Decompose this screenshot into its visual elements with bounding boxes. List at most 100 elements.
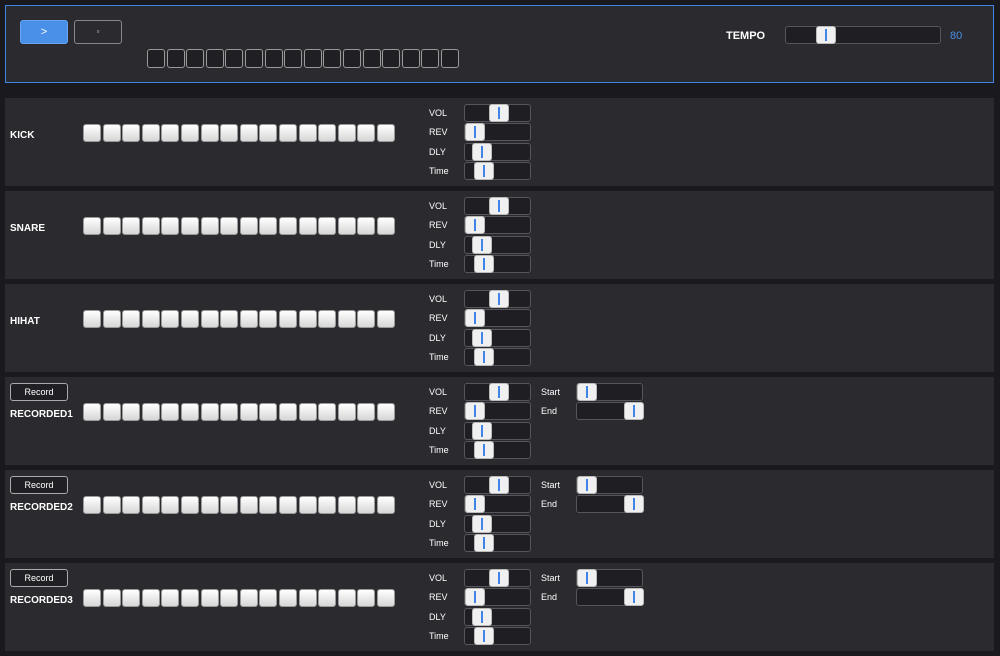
step-button[interactable] [220, 496, 239, 514]
step-button[interactable] [141, 310, 160, 328]
step-button[interactable] [161, 589, 180, 607]
step-button[interactable] [83, 124, 101, 142]
dly-slider[interactable] [464, 329, 531, 347]
vol-slider-thumb[interactable] [489, 104, 509, 122]
step-button[interactable] [259, 124, 278, 142]
step-button[interactable] [122, 124, 141, 142]
time-slider[interactable] [464, 255, 531, 273]
rev-slider-thumb[interactable] [465, 123, 485, 141]
time-slider[interactable] [464, 534, 531, 552]
step-button[interactable] [278, 310, 297, 328]
step-button[interactable] [376, 310, 395, 328]
step-button[interactable] [259, 217, 278, 235]
step-button[interactable] [318, 589, 337, 607]
time-slider-thumb[interactable] [474, 627, 494, 645]
step-button[interactable] [357, 403, 376, 421]
start-slider[interactable] [576, 569, 643, 587]
vol-slider[interactable] [464, 104, 531, 122]
rev-slider[interactable] [464, 588, 531, 606]
step-button[interactable] [161, 496, 180, 514]
step-button[interactable] [239, 124, 258, 142]
step-button[interactable] [318, 403, 337, 421]
step-button[interactable] [239, 403, 258, 421]
step-button[interactable] [298, 124, 317, 142]
step-button[interactable] [376, 217, 395, 235]
step-button[interactable] [298, 589, 317, 607]
play-button[interactable]: > [20, 20, 68, 44]
step-button[interactable] [337, 217, 356, 235]
step-button[interactable] [200, 496, 219, 514]
step-button[interactable] [259, 403, 278, 421]
step-button[interactable] [220, 403, 239, 421]
step-button[interactable] [180, 496, 199, 514]
step-button[interactable] [357, 124, 376, 142]
step-button[interactable] [318, 217, 337, 235]
rev-slider[interactable] [464, 309, 531, 327]
step-button[interactable] [220, 217, 239, 235]
time-slider[interactable] [464, 627, 531, 645]
vol-slider[interactable] [464, 197, 531, 215]
record-button[interactable]: Record [10, 383, 68, 401]
start-slider[interactable] [576, 383, 643, 401]
rev-slider-thumb[interactable] [465, 588, 485, 606]
step-button[interactable] [337, 403, 356, 421]
dly-slider-thumb[interactable] [472, 236, 492, 254]
dly-slider[interactable] [464, 143, 531, 161]
step-button[interactable] [180, 124, 199, 142]
step-button[interactable] [83, 217, 101, 235]
time-slider-thumb[interactable] [474, 348, 494, 366]
vol-slider[interactable] [464, 569, 531, 587]
step-button[interactable] [278, 403, 297, 421]
vol-slider[interactable] [464, 290, 531, 308]
step-button[interactable] [141, 217, 160, 235]
step-button[interactable] [357, 589, 376, 607]
step-button[interactable] [141, 496, 160, 514]
step-button[interactable] [239, 589, 258, 607]
step-button[interactable] [102, 589, 121, 607]
step-button[interactable] [200, 217, 219, 235]
record-button[interactable]: Record [10, 569, 68, 587]
step-button[interactable] [298, 403, 317, 421]
end-slider-thumb[interactable] [624, 402, 644, 420]
tempo-slider[interactable] [785, 26, 941, 44]
record-button[interactable]: Record [10, 476, 68, 494]
step-button[interactable] [220, 124, 239, 142]
vol-slider-thumb[interactable] [489, 569, 509, 587]
step-button[interactable] [141, 124, 160, 142]
step-button[interactable] [141, 403, 160, 421]
time-slider[interactable] [464, 441, 531, 459]
vol-slider-thumb[interactable] [489, 290, 509, 308]
step-button[interactable] [298, 496, 317, 514]
step-button[interactable] [357, 217, 376, 235]
step-button[interactable] [102, 217, 121, 235]
step-button[interactable] [102, 496, 121, 514]
step-button[interactable] [259, 589, 278, 607]
step-button[interactable] [376, 589, 395, 607]
step-button[interactable] [122, 589, 141, 607]
rev-slider[interactable] [464, 123, 531, 141]
step-button[interactable] [239, 217, 258, 235]
vol-slider-thumb[interactable] [489, 383, 509, 401]
step-button[interactable] [200, 124, 219, 142]
step-button[interactable] [200, 589, 219, 607]
vol-slider-thumb[interactable] [489, 197, 509, 215]
step-button[interactable] [376, 403, 395, 421]
step-button[interactable] [337, 589, 356, 607]
time-slider-thumb[interactable] [474, 534, 494, 552]
dly-slider-thumb[interactable] [472, 329, 492, 347]
dly-slider[interactable] [464, 422, 531, 440]
start-slider-thumb[interactable] [577, 383, 597, 401]
step-button[interactable] [298, 217, 317, 235]
step-button[interactable] [180, 217, 199, 235]
dly-slider[interactable] [464, 608, 531, 626]
step-button[interactable] [102, 124, 121, 142]
step-button[interactable] [122, 496, 141, 514]
rev-slider[interactable] [464, 216, 531, 234]
step-button[interactable] [337, 496, 356, 514]
step-button[interactable] [259, 310, 278, 328]
start-slider[interactable] [576, 476, 643, 494]
step-button[interactable] [161, 217, 180, 235]
step-button[interactable] [318, 310, 337, 328]
step-button[interactable] [337, 310, 356, 328]
end-slider[interactable] [576, 402, 644, 420]
